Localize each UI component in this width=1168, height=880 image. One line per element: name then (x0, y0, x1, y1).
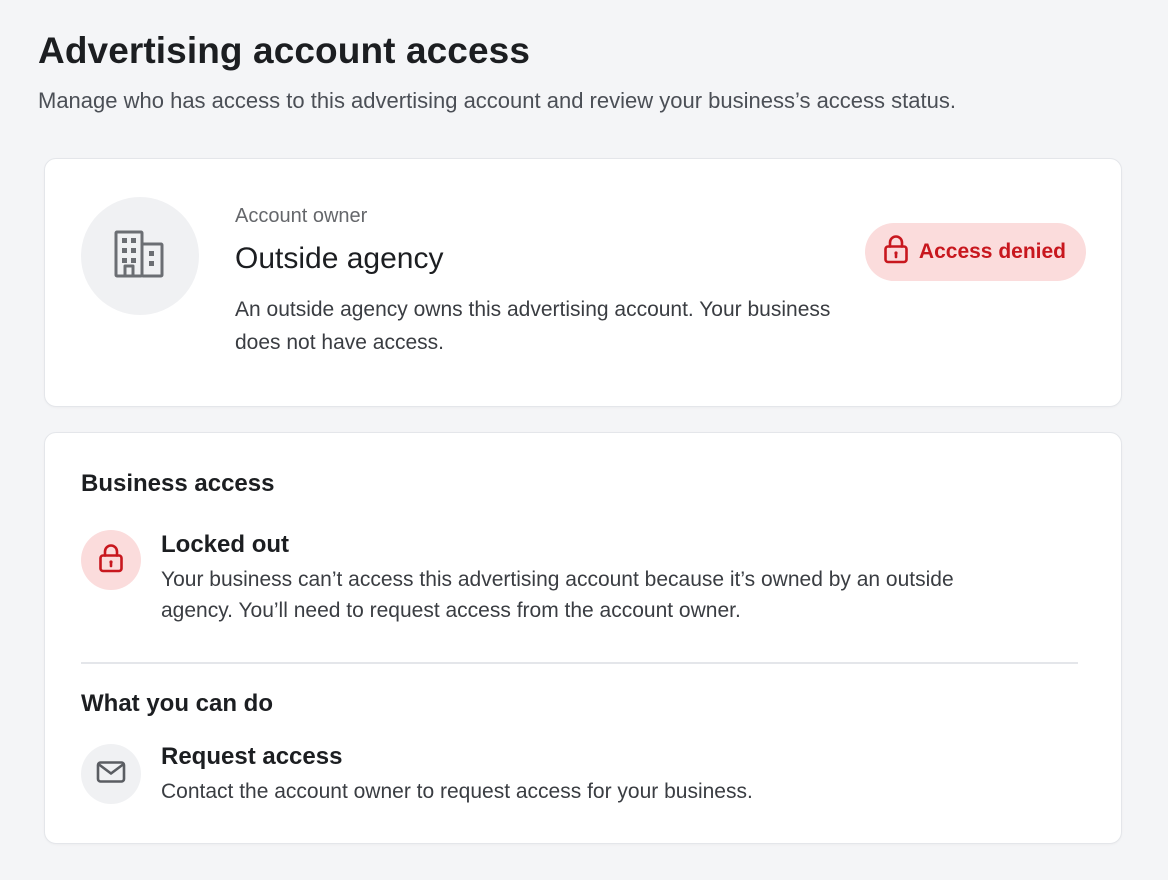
owner-info: Account owner Outside agency An outside … (235, 203, 865, 359)
page-subtitle: Manage who has access to this advertisin… (38, 88, 956, 113)
request-access-icon-circle (81, 744, 141, 804)
lock-icon (883, 234, 909, 270)
account-owner-card: Account owner Outside agency An outside … (44, 158, 1122, 407)
request-access-text: Request access Contact the account owner… (161, 742, 961, 807)
locked-out-title: Locked out (161, 531, 290, 558)
business-access-heading: Business access (81, 470, 275, 497)
status-badge-label: Access denied (918, 240, 1066, 263)
request-access-description: Contact the account owner to request acc… (161, 780, 753, 803)
advertising-account-access-page: Advertising account access Manage who ha… (0, 0, 1168, 880)
lock-icon (98, 543, 124, 578)
what-you-can-do-heading: What you can do (81, 690, 273, 717)
section-divider (81, 662, 1078, 664)
locked-out-description: Your business can’t access this advertis… (161, 568, 954, 622)
envelope-icon (96, 760, 126, 789)
owner-avatar (81, 197, 199, 315)
page-title: Advertising account access (38, 30, 531, 71)
locked-out-text: Locked out Your business can’t access th… (161, 530, 961, 626)
building-icon (112, 226, 168, 287)
business-access-card: Business access Locked out Your business… (44, 432, 1122, 844)
access-denied-badge: Access denied (864, 223, 1086, 281)
owner-label: Account owner (235, 205, 368, 227)
owner-name: Outside agency (235, 242, 444, 275)
owner-description: An outside agency owns this advertising … (235, 298, 831, 354)
request-access-title[interactable]: Request access (161, 742, 961, 772)
locked-out-icon-circle (81, 530, 141, 590)
